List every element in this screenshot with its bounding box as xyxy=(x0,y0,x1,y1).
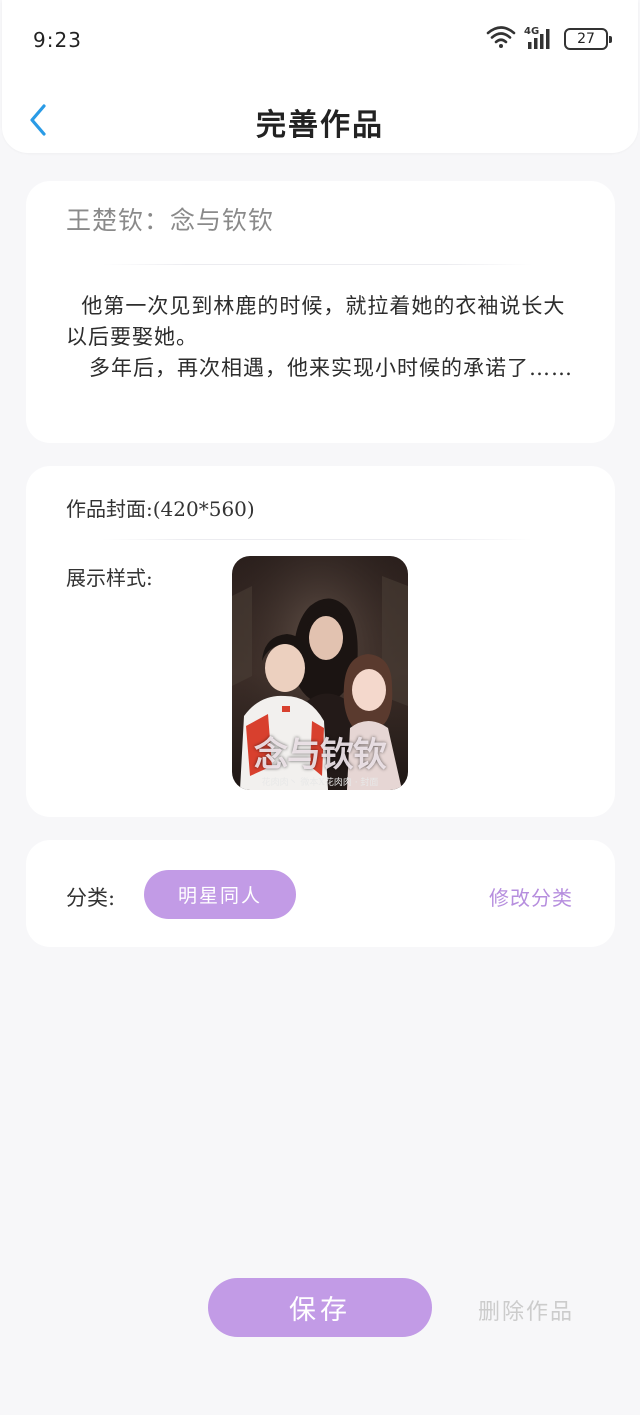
edit-category-button[interactable]: 修改分类 xyxy=(489,882,573,911)
cover-card: 作品封面:(420*560) 展示样式: 念与钦钦 花肉肉丶 微本X花肉肉 · … xyxy=(26,466,615,817)
wifi-icon xyxy=(486,25,516,53)
signal-icon: 4G xyxy=(524,26,556,52)
cover-image-title: 念与钦钦 xyxy=(254,735,387,775)
battery-icon: 27 xyxy=(564,28,612,50)
page-title: 完善作品 xyxy=(256,108,384,143)
work-title[interactable]: 王楚钦：念与钦钦 xyxy=(66,201,274,237)
cover-label: 作品封面:(420*560) xyxy=(66,497,255,521)
status-time: 9:23 xyxy=(33,28,82,52)
work-info-card: 王楚钦：念与钦钦 他第一次见到林鹿的时候，就拉着她的衣袖说长大以后要娶她。 多年… xyxy=(26,181,615,443)
divider xyxy=(102,264,532,265)
style-label: 展示样式: xyxy=(66,566,153,590)
divider xyxy=(102,539,532,540)
category-tag[interactable]: 明星同人 xyxy=(144,870,296,919)
cover-image[interactable]: 念与钦钦 花肉肉丶 微本X花肉肉 · 封面 xyxy=(232,556,408,790)
work-description[interactable]: 他第一次见到林鹿的时候，就拉着她的衣袖说长大以后要娶她。 多年后，再次相遇，他来… xyxy=(66,291,576,384)
status-icons: 4G 27 xyxy=(486,24,612,54)
category-label: 分类: xyxy=(66,886,116,910)
save-button[interactable]: 保存 xyxy=(208,1278,432,1337)
header: 9:23 4G 27 完善作品 xyxy=(2,0,638,153)
category-card: 分类: 明星同人 修改分类 xyxy=(26,840,615,947)
status-bar: 9:23 4G 27 xyxy=(2,0,638,80)
battery-level: 27 xyxy=(577,31,595,47)
delete-work-button[interactable]: 删除作品 xyxy=(478,1294,574,1326)
cover-image-credit: 花肉肉丶 微本X花肉肉 · 封面 xyxy=(261,778,379,788)
